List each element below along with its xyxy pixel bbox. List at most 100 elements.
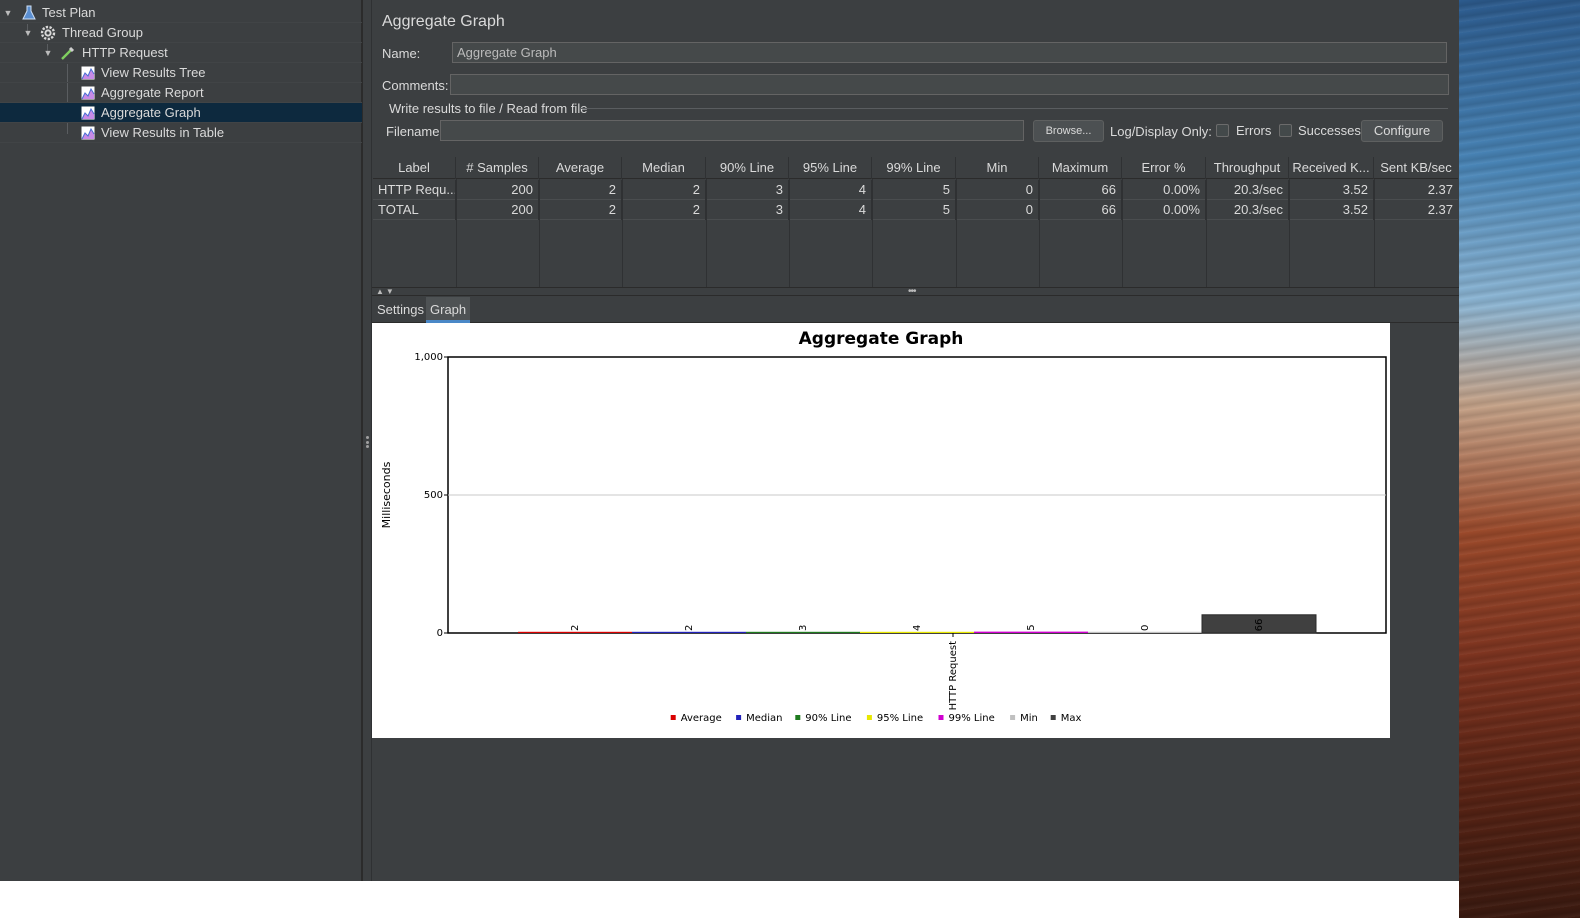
table-cell: 3.52 bbox=[1289, 180, 1374, 200]
tree-item-label: Test Plan bbox=[42, 5, 96, 20]
table-cell: 4 bbox=[789, 180, 872, 200]
column-header[interactable]: 90% Line bbox=[706, 157, 789, 179]
tab-graph[interactable]: Graph bbox=[426, 297, 471, 323]
tree-item-thread-group[interactable]: ▼ Thread Group bbox=[0, 23, 362, 43]
column-divider bbox=[622, 179, 623, 287]
column-header[interactable]: Median bbox=[622, 157, 706, 179]
table-cell: 2.37 bbox=[1427, 202, 1453, 217]
splitter-grip-icon[interactable]: ••• bbox=[908, 287, 916, 297]
table-cell: 5 bbox=[872, 180, 956, 200]
collapse-arrows-icon[interactable]: ▲▼ bbox=[376, 287, 396, 296]
graph-icon bbox=[80, 105, 96, 121]
table-header: Label # Samples Average Median 90% Line … bbox=[373, 157, 1458, 179]
bar-average bbox=[518, 631, 632, 633]
table-cell: 200 bbox=[456, 200, 539, 220]
column-header[interactable]: 99% Line bbox=[872, 157, 956, 179]
successes-checkbox[interactable] bbox=[1279, 124, 1292, 137]
legend-label: 90% Line bbox=[805, 713, 851, 724]
tree-item-http-request[interactable]: ▼ HTTP Request bbox=[0, 43, 362, 63]
legend-swatch bbox=[1010, 715, 1016, 720]
table-cell: 2.37 bbox=[1427, 182, 1453, 197]
column-divider bbox=[956, 179, 957, 287]
bar-95-line bbox=[860, 631, 974, 633]
table-cell: HTTP Requ... bbox=[373, 180, 456, 200]
column-divider bbox=[706, 179, 707, 287]
bar-median bbox=[632, 631, 746, 633]
legend-label: Min bbox=[1020, 713, 1038, 724]
table-cell: 0.00% bbox=[1122, 200, 1206, 220]
expand-arrow-icon[interactable]: ▼ bbox=[43, 48, 53, 58]
filename-label: Filename bbox=[386, 124, 440, 139]
table-cell: 2 bbox=[539, 180, 622, 200]
table-cell: 0 bbox=[956, 200, 1039, 220]
table-cell: 3 bbox=[706, 180, 789, 200]
column-header[interactable]: Throughput bbox=[1206, 157, 1289, 179]
column-divider bbox=[1122, 179, 1123, 287]
tree-item-view-results-in-table[interactable]: View Results in Table bbox=[0, 123, 362, 143]
table-row[interactable]: HTTP Requ... 200 2 2 3 4 5 0 66 0.00% 20… bbox=[373, 180, 1458, 200]
tree-item-label: Aggregate Graph bbox=[101, 105, 201, 120]
tree-item-aggregate-report[interactable]: Aggregate Report bbox=[0, 83, 362, 103]
expand-arrow-icon[interactable]: ▼ bbox=[23, 28, 33, 38]
table-cell: 20.3/sec bbox=[1206, 180, 1289, 200]
log-display-label: Log/Display Only: bbox=[1110, 124, 1212, 139]
table-cell: 2 bbox=[622, 200, 706, 220]
table-row[interactable]: TOTAL 200 2 2 3 4 5 0 66 0.00% 20.3/sec … bbox=[373, 200, 1458, 220]
expand-arrow-icon[interactable]: ▼ bbox=[3, 8, 13, 18]
results-table: Label # Samples Average Median 90% Line … bbox=[373, 157, 1458, 287]
legend-label: 99% Line bbox=[949, 713, 995, 724]
horizontal-splitter[interactable]: ▲▼ ••• bbox=[372, 287, 1459, 297]
column-header[interactable]: Min bbox=[956, 157, 1039, 179]
comments-label: Comments: bbox=[382, 78, 449, 93]
column-header[interactable]: Label bbox=[373, 157, 456, 179]
column-header[interactable]: Sent KB/sec bbox=[1374, 157, 1458, 179]
page-title: Aggregate Graph bbox=[382, 13, 505, 30]
tab-settings[interactable]: Settings bbox=[373, 297, 428, 323]
flask-icon bbox=[21, 5, 37, 21]
column-divider bbox=[456, 179, 457, 287]
legend-swatch bbox=[795, 715, 801, 720]
column-divider bbox=[872, 179, 873, 287]
x-tick-label: HTTP Request bbox=[948, 641, 959, 710]
configure-button[interactable]: Configure bbox=[1361, 120, 1443, 142]
tree-item-aggregate-graph[interactable]: Aggregate Graph bbox=[0, 103, 362, 123]
tree-item-label: View Results in Table bbox=[101, 125, 225, 140]
comments-field[interactable] bbox=[450, 74, 1449, 95]
column-divider bbox=[1206, 179, 1207, 287]
table-cell: 2 bbox=[622, 180, 706, 200]
column-header[interactable]: 95% Line bbox=[789, 157, 872, 179]
graph-icon bbox=[80, 65, 96, 81]
splitter-grip-icon[interactable] bbox=[366, 436, 369, 448]
column-header[interactable]: Maximum bbox=[1039, 157, 1122, 179]
bar-min bbox=[1088, 631, 1202, 633]
column-header[interactable]: # Samples bbox=[456, 157, 539, 179]
legend-swatch bbox=[1050, 715, 1056, 720]
errors-checkbox[interactable] bbox=[1216, 124, 1229, 137]
filename-field[interactable] bbox=[440, 120, 1024, 141]
table-cell: 20.3/sec bbox=[1206, 200, 1289, 220]
tree-item-test-plan[interactable]: ▼ Test Plan bbox=[0, 3, 362, 23]
legend-swatch bbox=[866, 715, 872, 720]
aggregate-graph-chart: Aggregate Graph 0 500 1,000 Milliseconds 2 2 3 4… bbox=[372, 323, 1390, 738]
browse-button[interactable]: Browse... bbox=[1033, 120, 1104, 142]
column-header[interactable]: Error % bbox=[1122, 157, 1206, 179]
table-cell: 0.00% bbox=[1122, 180, 1206, 200]
name-label: Name: bbox=[382, 46, 421, 61]
y-tick-label: 0 bbox=[437, 628, 443, 639]
table-cell: 5 bbox=[872, 200, 956, 220]
table-cell: 3.52 bbox=[1289, 200, 1374, 220]
tree-item-label: HTTP Request bbox=[82, 45, 168, 60]
column-header[interactable]: Received K... bbox=[1289, 157, 1374, 179]
tree-item-view-results-tree[interactable]: View Results Tree bbox=[0, 63, 362, 83]
tree-item-label: View Results Tree bbox=[101, 65, 206, 80]
table-cell: 3 bbox=[706, 200, 789, 220]
column-header[interactable]: Average bbox=[539, 157, 622, 179]
data-label: 5 bbox=[1026, 624, 1037, 630]
name-field[interactable]: Aggregate Graph bbox=[452, 42, 1447, 63]
data-label: 3 bbox=[798, 625, 809, 631]
data-label: 2 bbox=[570, 625, 581, 631]
graph-icon bbox=[80, 85, 96, 101]
bar-99-line bbox=[974, 631, 1088, 633]
vertical-splitter[interactable] bbox=[362, 0, 372, 881]
legend-label: 95% Line bbox=[877, 713, 923, 724]
